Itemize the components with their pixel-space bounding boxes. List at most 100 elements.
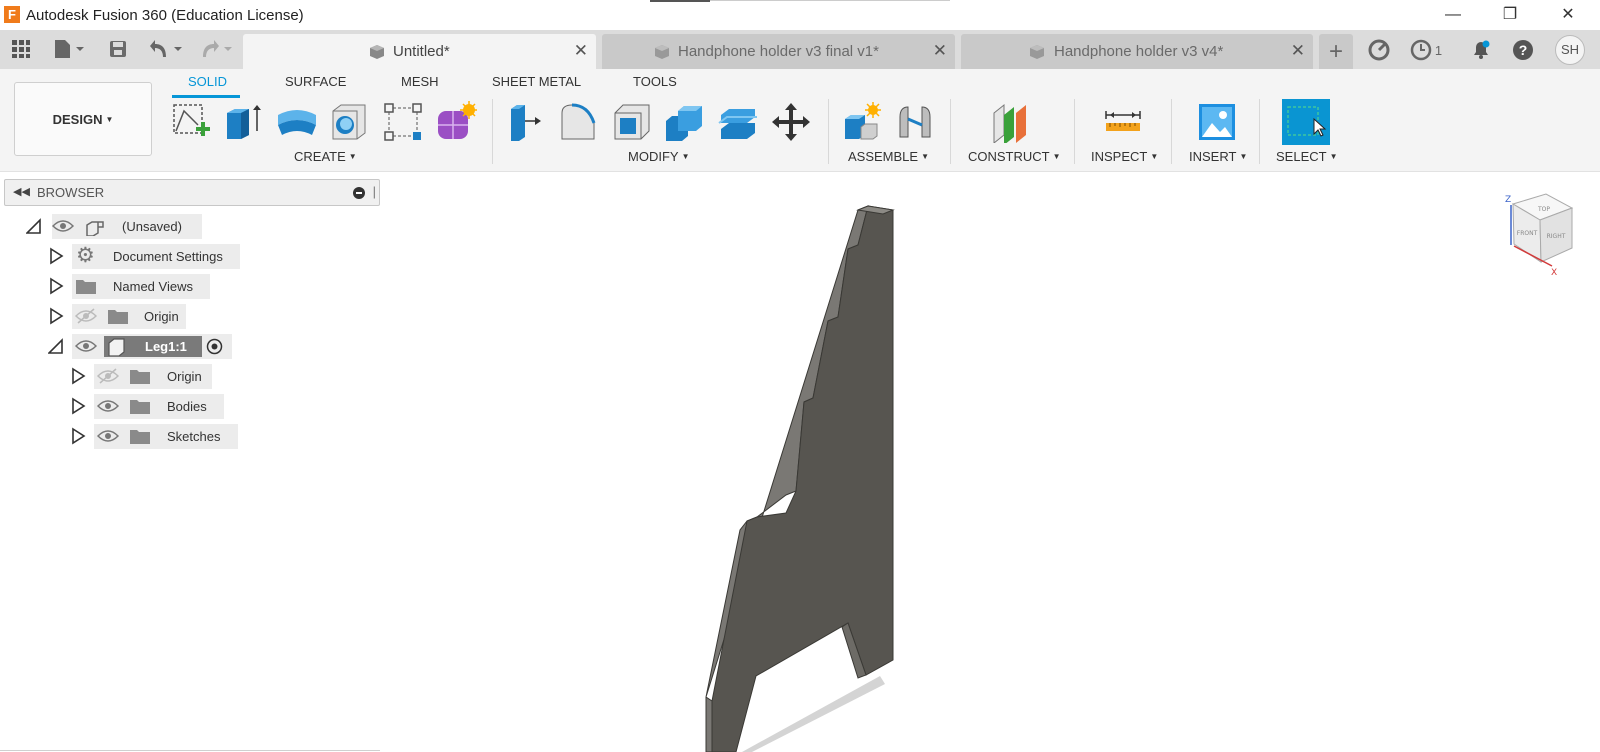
browser-item-document-settings[interactable]: ⚙ Document Settings (0, 244, 380, 269)
toolbar-divider (1259, 99, 1260, 164)
combine-icon[interactable] (664, 101, 706, 143)
x-axis-label: X (1551, 268, 1557, 278)
tab-sheet-metal[interactable]: SHEET METAL (492, 74, 581, 89)
minimize-button[interactable]: — (1430, 0, 1476, 30)
create-form-icon[interactable] (435, 101, 477, 143)
assemble-menu[interactable]: ASSEMBLE ▼ (848, 149, 929, 164)
modify-menu[interactable]: MODIFY ▼ (628, 149, 689, 164)
tab-handphone-holder-v3-final-v1[interactable]: Handphone holder v3 final v1* ✕ (602, 34, 955, 69)
collapsed-triangle-icon[interactable] (70, 397, 86, 415)
chevron-down-icon: ▼ (1150, 152, 1159, 161)
visibility-eye-icon[interactable] (97, 398, 119, 414)
joint-icon[interactable] (894, 101, 936, 143)
toolbar-divider (1074, 99, 1075, 164)
tab-mesh[interactable]: MESH (401, 74, 439, 89)
split-body-icon[interactable] (717, 101, 759, 143)
expanded-triangle-icon[interactable] (26, 217, 42, 235)
chevron-down-icon: ▼ (348, 152, 357, 161)
tab-handphone-holder-v3-v4[interactable]: Handphone holder v3 v4* ✕ (961, 34, 1313, 69)
design-cube-icon (655, 45, 669, 59)
create-menu[interactable]: CREATE ▼ (294, 149, 357, 164)
move-copy-icon[interactable] (770, 101, 812, 143)
component-icon (86, 221, 104, 236)
collapsed-triangle-icon[interactable] (70, 367, 86, 385)
user-avatar[interactable]: SH (1555, 35, 1585, 65)
tab-tools[interactable]: TOOLS (633, 74, 677, 89)
toolbar-divider (828, 99, 829, 164)
browser-item-root[interactable]: (Unsaved) (0, 214, 380, 239)
data-panel-grid-icon[interactable] (8, 36, 34, 62)
chevron-down-icon: ▼ (1052, 152, 1061, 161)
title-bar-divider (650, 0, 710, 2)
close-tab-icon[interactable]: ✕ (933, 41, 947, 61)
redo-icon[interactable] (196, 36, 236, 62)
tab-surface[interactable]: SURFACE (285, 74, 346, 89)
viewcube-front-label: FRONT (1517, 230, 1538, 237)
workspace-switcher-button[interactable]: DESIGN ▼ (14, 82, 152, 156)
panel-grip-icon[interactable]: | (373, 184, 376, 199)
select-menu[interactable]: SELECT ▼ (1276, 149, 1338, 164)
tab-label: Handphone holder v3 final v1* (678, 43, 879, 60)
notifications-bell-icon[interactable] (1468, 36, 1494, 64)
insert-menu[interactable]: INSERT ▼ (1189, 149, 1247, 164)
shell-icon[interactable] (611, 101, 653, 143)
insert-image-icon[interactable] (1196, 101, 1238, 143)
new-component-icon[interactable] (841, 101, 883, 143)
fillet-icon[interactable] (558, 101, 600, 143)
chevron-down-icon: ▼ (1329, 152, 1338, 161)
browser-item-sketches[interactable]: Sketches (0, 424, 380, 449)
job-status-icon[interactable]: 1 (1406, 36, 1446, 64)
revolve-icon[interactable] (276, 101, 318, 143)
hidden-eye-icon[interactable] (97, 368, 119, 384)
rectangular-pattern-icon[interactable] (382, 101, 424, 143)
close-window-button[interactable]: ✕ (1545, 0, 1591, 30)
tab-untitled[interactable]: Untitled* ✕ (243, 34, 596, 69)
save-icon[interactable] (106, 36, 130, 62)
chevron-down-icon: ▼ (1239, 152, 1248, 161)
restore-button[interactable]: ❐ (1487, 0, 1533, 30)
tab-solid[interactable]: SOLID (188, 74, 227, 89)
close-tab-icon[interactable]: ✕ (1291, 41, 1305, 61)
select-tool-button[interactable] (1282, 99, 1330, 145)
toolbar-divider (950, 99, 951, 164)
tab-label: Untitled* (393, 43, 450, 60)
z-axis-label: Z (1505, 195, 1511, 205)
collapsed-triangle-icon[interactable] (48, 247, 64, 265)
minimize-panel-icon[interactable] (353, 187, 365, 199)
viewcube[interactable]: TOP FRONT RIGHT Z X (1505, 193, 1574, 278)
undo-icon[interactable] (146, 36, 186, 62)
collapsed-triangle-icon[interactable] (48, 307, 64, 325)
extrude-icon[interactable] (223, 101, 265, 143)
browser-item-leg1-origin[interactable]: Origin (0, 364, 380, 389)
tree-label: Named Views (113, 279, 193, 294)
browser-item-leg1[interactable]: Leg1:1 (0, 334, 380, 359)
create-sketch-icon[interactable] (170, 101, 212, 143)
press-pull-icon[interactable] (505, 101, 547, 143)
measure-icon[interactable] (1102, 101, 1144, 143)
extensions-icon[interactable] (1366, 36, 1392, 64)
collapsed-triangle-icon[interactable] (70, 427, 86, 445)
visibility-eye-icon[interactable] (52, 218, 74, 234)
collapse-panel-icon[interactable]: ◀◀ (13, 185, 30, 198)
toolbar-divider (1171, 99, 1172, 164)
hidden-eye-icon[interactable] (75, 308, 97, 324)
folder-icon (130, 400, 150, 414)
inspect-menu[interactable]: INSPECT ▼ (1091, 149, 1158, 164)
help-icon[interactable]: ? (1510, 36, 1536, 64)
hole-icon[interactable] (329, 101, 371, 143)
browser-item-named-views[interactable]: Named Views (0, 274, 380, 299)
collapsed-triangle-icon[interactable] (48, 277, 64, 295)
construct-menu[interactable]: CONSTRUCT ▼ (968, 149, 1061, 164)
browser-item-bodies[interactable]: Bodies (0, 394, 380, 419)
3d-viewport[interactable]: TOP FRONT RIGHT Z X (380, 172, 1600, 752)
expanded-triangle-icon[interactable] (48, 337, 64, 355)
close-tab-icon[interactable]: ✕ (574, 41, 588, 61)
file-menu-icon[interactable] (50, 36, 88, 62)
browser-item-origin[interactable]: Origin (0, 304, 380, 329)
offset-plane-icon[interactable] (990, 101, 1032, 143)
visibility-eye-icon[interactable] (97, 428, 119, 444)
tree-label: Leg1:1 (145, 339, 187, 354)
new-tab-button[interactable]: + (1319, 34, 1353, 69)
visibility-eye-icon[interactable] (75, 338, 97, 354)
activate-radio-icon[interactable] (206, 338, 223, 355)
